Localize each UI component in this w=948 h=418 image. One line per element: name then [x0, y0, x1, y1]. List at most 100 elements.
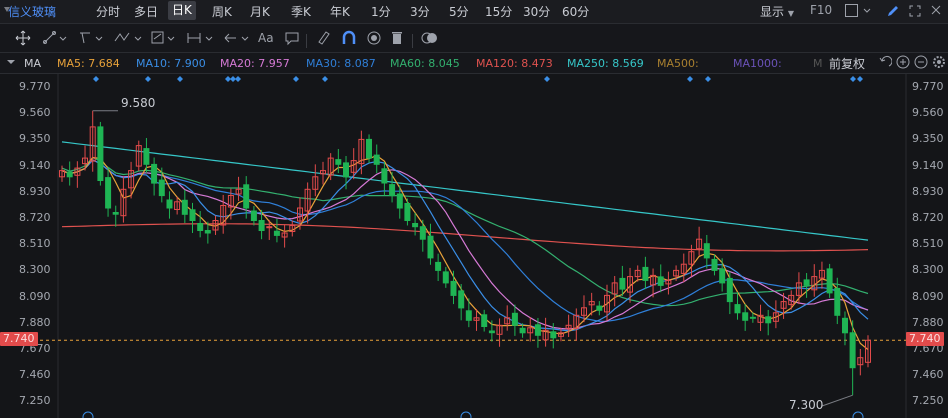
candle-down: [412, 223, 419, 228]
eraser-icon[interactable]: [316, 29, 332, 47]
tab-period-11[interactable]: 30分: [523, 3, 550, 20]
pen-icon[interactable]: [886, 4, 900, 21]
candle-down: [366, 138, 372, 159]
event-marker: [145, 76, 151, 82]
ma-value-1: MA10: 7.900: [136, 57, 206, 70]
settings-icon[interactable]: [932, 55, 946, 72]
event-marker: [93, 76, 99, 82]
y-tick-label: 7.250: [19, 394, 51, 408]
candle-down: [550, 331, 557, 339]
candle-down: [389, 184, 396, 197]
ma-value-6: MA250: 8.569: [567, 57, 644, 70]
y-tick-label: 9.770: [19, 80, 51, 93]
tab-period-12[interactable]: 60分: [562, 3, 589, 20]
candle-down: [373, 154, 380, 165]
candle-down: [381, 168, 388, 184]
tab-period-3[interactable]: 周K: [212, 3, 232, 20]
display-menu[interactable]: 显示 ▼: [760, 3, 794, 20]
tab-period-2[interactable]: 日K: [168, 1, 196, 20]
y-tick-label: 9.560: [19, 106, 51, 120]
y-tick-label: 9.140: [19, 158, 51, 172]
comment-tool-icon[interactable]: [284, 29, 300, 47]
fq-mode-button[interactable]: 前复权: [829, 55, 865, 72]
add-icon[interactable]: [896, 55, 910, 72]
tab-period-7[interactable]: 1分: [371, 3, 391, 20]
candle-down: [749, 316, 756, 319]
magnet-icon[interactable]: [340, 29, 358, 47]
y-tick-label: 7.250: [912, 394, 944, 408]
f10-button[interactable]: F10: [810, 3, 832, 17]
ma250-line: [61, 141, 869, 241]
candle-down: [511, 312, 518, 326]
candle-down: [519, 327, 526, 334]
candle-down: [450, 280, 457, 296]
expand-icon[interactable]: [908, 4, 922, 21]
y-tick-label: 7.460: [912, 368, 944, 382]
dividend-marker-icon: [460, 411, 472, 418]
line-tool-icon[interactable]: [42, 29, 68, 47]
tab-period-10[interactable]: 15分: [485, 3, 512, 20]
text-tool-icon[interactable]: Aa: [258, 29, 274, 47]
candle-down: [151, 163, 158, 184]
tab-period-6[interactable]: 年K: [330, 3, 350, 20]
candle-down: [534, 324, 541, 336]
measure-tool-icon[interactable]: [186, 29, 214, 47]
arrow-tool-icon[interactable]: [222, 29, 250, 47]
y-tick-label: 8.090: [19, 289, 51, 303]
candle-down: [396, 193, 403, 209]
candle-down: [166, 199, 173, 209]
event-marker: [850, 76, 856, 82]
drawing-toolbar: Aa: [0, 24, 948, 53]
chart-canvas[interactable]: [0, 74, 948, 418]
ma10-line: [61, 159, 869, 332]
tab-period-8[interactable]: 3分: [410, 3, 430, 20]
event-marker: [705, 76, 711, 82]
display-label: 显示: [760, 5, 785, 19]
candle-down: [258, 220, 265, 231]
ma-value-5: MA120: 8.473: [476, 57, 553, 70]
candle-down: [204, 230, 211, 234]
y-tick-label: 9.560: [912, 106, 944, 120]
eye-icon[interactable]: [366, 29, 382, 47]
close-icon[interactable]: [930, 4, 942, 19]
tab-period-9[interactable]: 5分: [449, 3, 469, 20]
remove-icon[interactable]: [914, 55, 928, 72]
candle-down: [435, 261, 442, 271]
fib-tool-icon[interactable]: [150, 29, 176, 47]
toggle-icon[interactable]: [420, 29, 440, 47]
tab-period-1[interactable]: 多日: [134, 3, 158, 20]
candle-down: [711, 258, 718, 271]
candle-down: [273, 230, 280, 236]
chevron-down-icon: ▼: [787, 9, 794, 18]
stock-name[interactable]: 信义玻璃: [4, 3, 57, 20]
dividend-marker-icon: [82, 411, 94, 418]
candle-up: [266, 226, 273, 229]
indicator-name[interactable]: MA: [24, 57, 41, 70]
channel-tool-icon[interactable]: [78, 29, 104, 47]
candle-down: [181, 199, 188, 215]
collapse-icon[interactable]: [6, 56, 16, 71]
undo-icon[interactable]: [878, 55, 893, 72]
candle-down: [849, 332, 856, 369]
event-marker: [687, 76, 693, 82]
trash-icon[interactable]: [390, 29, 404, 47]
dropdown-icon[interactable]: [4, 7, 10, 12]
tab-period-0[interactable]: 分时: [96, 3, 120, 20]
stock-name-label: 信义玻璃: [8, 5, 57, 19]
candle-down: [826, 268, 833, 294]
event-marker: [293, 76, 299, 82]
wave-tool-icon[interactable]: [113, 29, 143, 47]
y-tick-label: 8.930: [19, 184, 51, 198]
candle-down: [657, 276, 664, 286]
tab-period-4[interactable]: 月K: [250, 3, 270, 20]
move-tool-icon[interactable]: [14, 29, 32, 47]
current-price-tag-left: 7.740: [0, 332, 38, 346]
ma-value-9: M: [813, 57, 823, 70]
low-callout-line: [821, 394, 853, 407]
checkbox-icon[interactable]: [845, 4, 875, 21]
kline-chart[interactable]: 9.770 9.560 9.350 9.140 8.930 8.720 8.510 8.300…: [0, 74, 948, 418]
divider: [306, 34, 307, 48]
candle-down: [112, 212, 119, 215]
y-tick-label: 7.880: [912, 315, 944, 329]
tab-period-5[interactable]: 季K: [291, 3, 311, 20]
